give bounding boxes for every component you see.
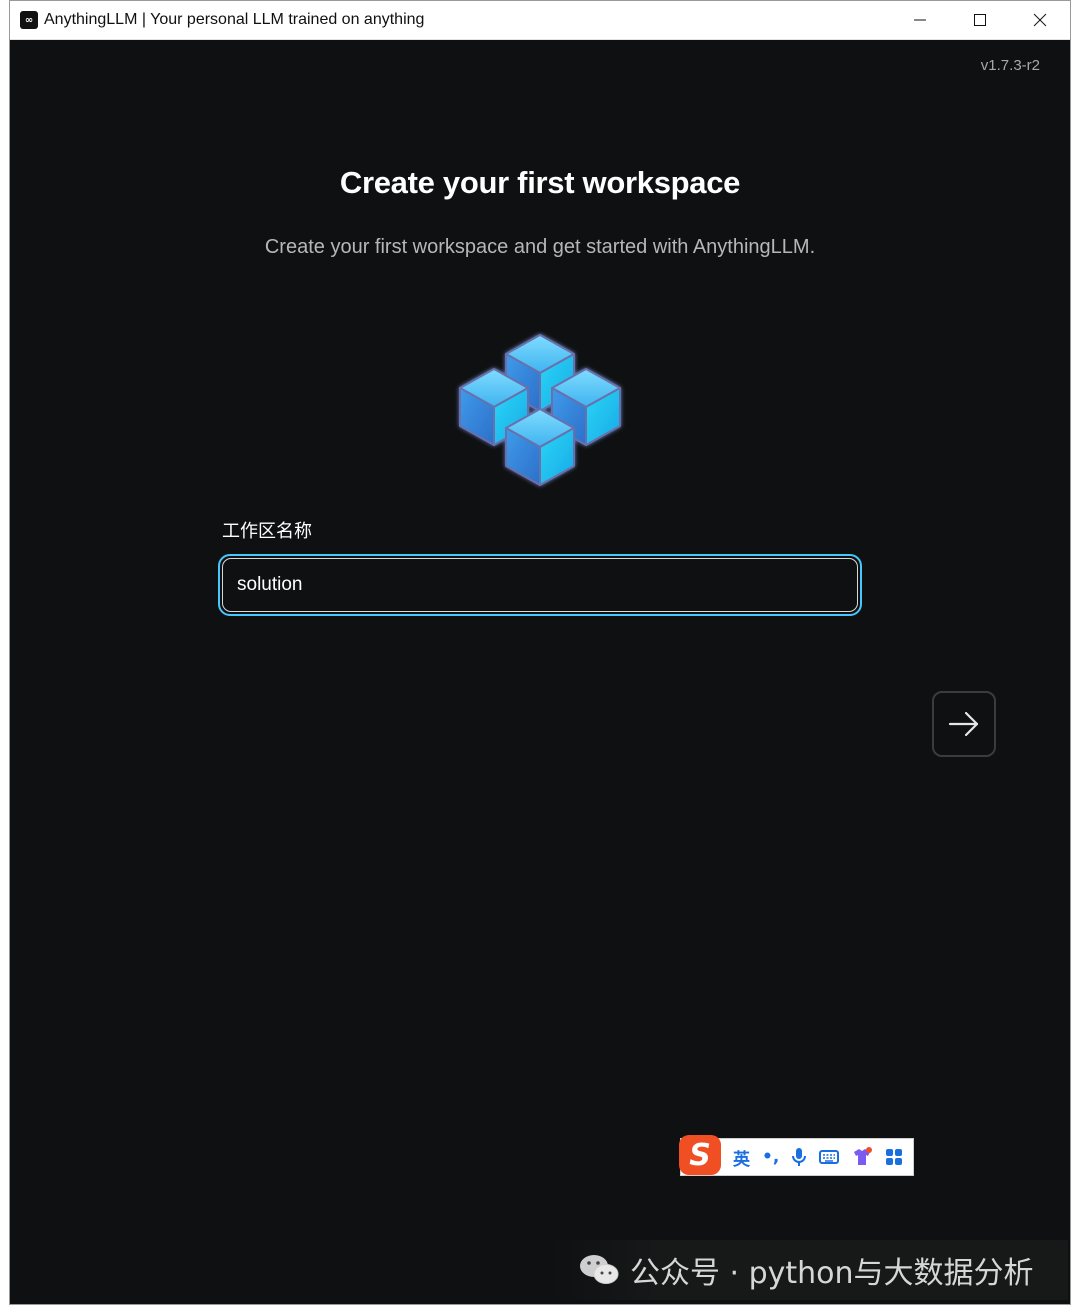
watermark: 公众号 · python与大数据分析 <box>548 1240 1068 1300</box>
maximize-icon <box>974 14 986 26</box>
workspace-name-input[interactable] <box>223 573 857 597</box>
app-logo-icon: ∞ <box>20 11 38 29</box>
cubes-icon <box>459 334 621 486</box>
arrow-right-icon <box>948 711 979 737</box>
skin-icon <box>854 1147 873 1165</box>
wechat-icon <box>580 1255 619 1284</box>
ime-skin-button[interactable] <box>851 1147 873 1167</box>
page-subtitle: Create your first workspace and get star… <box>264 236 816 258</box>
close-button[interactable] <box>1010 1 1070 39</box>
ime-mode-toggle[interactable]: 英 <box>733 1145 750 1170</box>
keyboard-icon <box>819 1150 840 1164</box>
next-button[interactable] <box>932 691 996 757</box>
ime-apps-button[interactable] <box>885 1148 903 1166</box>
minimize-button[interactable] <box>890 1 950 39</box>
ime-keyboard-button[interactable] <box>819 1149 840 1165</box>
watermark-text: 公众号 · python与大数据分析 <box>630 1256 1034 1291</box>
maximize-button[interactable] <box>950 1 1010 39</box>
minimize-icon <box>914 19 926 21</box>
version-label: v1.7.3-r2 <box>980 57 1040 74</box>
ime-punctuation-toggle[interactable]: •, <box>762 1147 779 1167</box>
apps-icon <box>886 1149 903 1165</box>
window-controls <box>890 1 1070 39</box>
title-bar: ∞ AnythingLLM | Your personal LLM traine… <box>10 1 1070 40</box>
microphone-icon <box>792 1148 807 1166</box>
ime-logo[interactable]: S <box>679 1135 721 1175</box>
onboarding-content: v1.7.3-r2 Create your first workspace Cr… <box>10 39 1070 1304</box>
window-title: AnythingLLM | Your personal LLM trained … <box>44 11 425 28</box>
close-icon <box>1033 13 1047 27</box>
workspace-name-box <box>222 558 858 612</box>
workspace-name-label: 工作区名称 <box>222 521 312 542</box>
page-title: Create your first workspace <box>339 165 741 200</box>
app-window: ∞ AnythingLLM | Your personal LLM traine… <box>9 0 1071 1305</box>
ime-voice-button[interactable] <box>791 1147 807 1167</box>
workspace-name-field <box>218 554 862 616</box>
ime-toolbar: S 英 •, <box>679 1135 914 1176</box>
